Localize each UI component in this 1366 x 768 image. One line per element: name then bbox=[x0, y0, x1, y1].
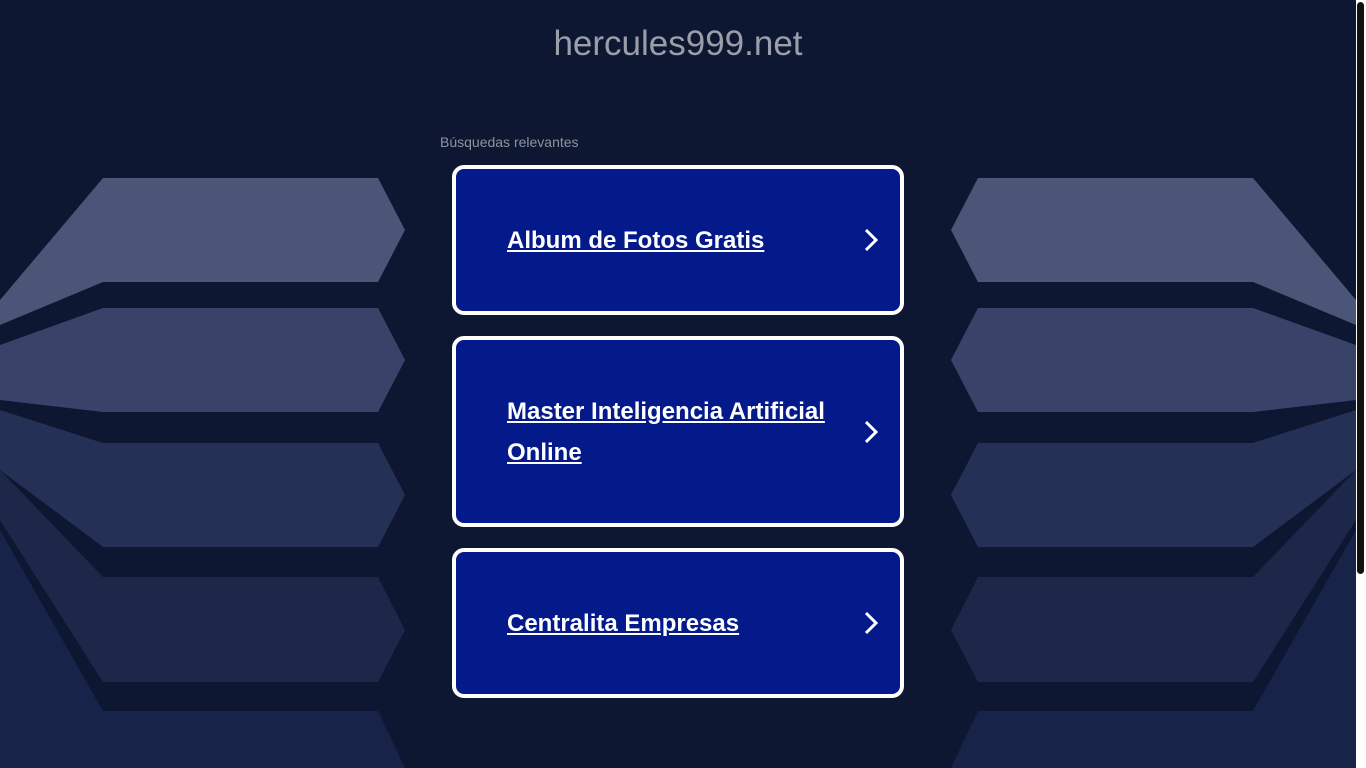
chevron-right-icon bbox=[864, 228, 878, 252]
related-link-master-ia[interactable]: Master Inteligencia Artificial Online bbox=[452, 336, 904, 527]
related-link-label[interactable]: Master Inteligencia Artificial Online bbox=[507, 391, 837, 473]
chevron-right-icon bbox=[864, 611, 878, 635]
related-searches-label: Búsquedas relevantes bbox=[440, 134, 579, 150]
related-link-album-fotos[interactable]: Album de Fotos Gratis bbox=[452, 165, 904, 315]
chevron-right-icon bbox=[864, 420, 878, 443]
vertical-scrollbar[interactable] bbox=[1356, 0, 1366, 768]
related-link-centralita[interactable]: Centralita Empresas bbox=[452, 548, 904, 698]
scrollbar-thumb[interactable] bbox=[1357, 2, 1364, 574]
related-link-label[interactable]: Centralita Empresas bbox=[507, 603, 837, 644]
related-link-label[interactable]: Album de Fotos Gratis bbox=[507, 220, 837, 261]
domain-title: hercules999.net bbox=[553, 24, 803, 63]
parked-domain-page: hercules999.net Búsquedas relevantes Alb… bbox=[0, 0, 1366, 768]
